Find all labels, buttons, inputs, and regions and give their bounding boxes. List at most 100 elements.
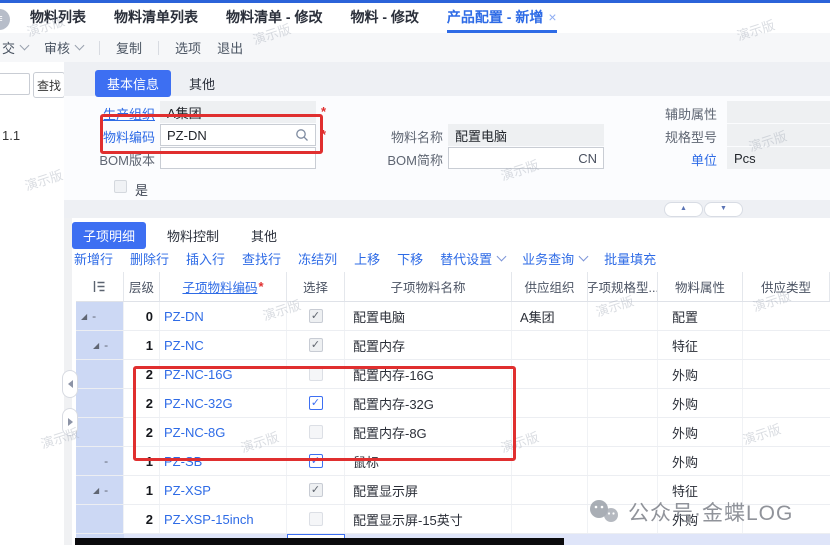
field-label-unit[interactable]: 单位 <box>630 150 717 169</box>
detail-tab-1[interactable]: 物料控制 <box>156 222 230 249</box>
is-changing-checkbox[interactable] <box>114 180 127 193</box>
window-tab-1[interactable]: 物料清单列表 <box>114 3 198 33</box>
select-cell[interactable] <box>287 418 345 446</box>
row-select-checkbox[interactable]: ✓ <box>309 483 323 497</box>
action-label: 审核 <box>44 38 70 57</box>
row-select-checkbox[interactable]: ✓ <box>309 338 323 352</box>
select-cell[interactable] <box>287 360 345 388</box>
horizontal-scrollbar[interactable] <box>75 538 564 545</box>
item-code-link[interactable]: PZ-XSP <box>160 476 287 504</box>
row-header-cell[interactable]: ◢- <box>76 302 124 330</box>
grid-toolbar-label: 上移 <box>354 249 380 268</box>
product-config-window: 物料列表 物料清单列表 物料清单 - 修改 物料 - 修改 产品配置 - 新增 … <box>0 0 830 545</box>
select-cell[interactable]: ✓ <box>287 331 345 359</box>
field-material_code[interactable]: PZ-DN <box>160 124 316 146</box>
item-code-link[interactable]: PZ-NC-16G <box>160 360 287 388</box>
tree-item[interactable]: 1.1 <box>2 128 20 143</box>
select-cell[interactable]: ✓ <box>287 447 345 475</box>
item-name-cell: 配置内存-8G <box>345 418 512 446</box>
item-code-link[interactable]: PZ-DN <box>160 302 287 330</box>
material-attr-cell: 外购 <box>658 505 743 533</box>
row-expander-icon[interactable]: ◢ <box>81 312 87 321</box>
splitter-expand-right-handle[interactable] <box>62 408 78 436</box>
row-header-cell[interactable]: ◢- <box>76 476 124 504</box>
row-select-checkbox[interactable]: ✓ <box>309 454 323 468</box>
action-4[interactable]: 退出 <box>217 38 243 57</box>
field-bom_short[interactable]: CN <box>448 147 604 169</box>
detail-tab-0[interactable]: 子项明细 <box>72 222 146 249</box>
row-header-cell[interactable]: ◢- <box>76 447 124 475</box>
row-select-checkbox[interactable] <box>309 367 323 381</box>
action-3[interactable]: 选项 <box>175 38 201 57</box>
window-tab-3[interactable]: 物料 - 修改 <box>350 3 418 33</box>
form-tab-0[interactable]: 基本信息 <box>95 70 171 97</box>
form-tab-1[interactable]: 其他 <box>177 70 227 97</box>
item-code-link[interactable]: PZ-SB <box>160 447 287 475</box>
grid-toolbar-button-4[interactable]: 冻结列 <box>298 249 337 268</box>
divider <box>99 41 100 55</box>
tree-search-input[interactable] <box>0 73 30 95</box>
select-cell[interactable]: ✓ <box>287 389 345 417</box>
row-header-cell[interactable] <box>76 389 124 417</box>
close-icon[interactable]: × <box>548 9 556 25</box>
supply-type-cell <box>743 418 830 446</box>
row-header-cell[interactable] <box>76 418 124 446</box>
grid-toolbar-label: 批量填充 <box>604 249 656 268</box>
grid-toolbar-button-2[interactable]: 插入行 <box>186 249 225 268</box>
select-cell[interactable]: ✓ <box>287 302 345 330</box>
row-select-checkbox[interactable]: ✓ <box>309 396 323 410</box>
field-material_name: 配置电脑 <box>448 124 604 146</box>
row-select-checkbox[interactable]: ✓ <box>309 309 323 323</box>
action-2[interactable]: 复制 <box>116 38 142 57</box>
window-tab-2[interactable]: 物料清单 - 修改 <box>226 3 322 33</box>
grid-toolbar-button-8[interactable]: 业务查询 <box>522 249 587 268</box>
collapse-up-button[interactable]: ▲ <box>664 202 703 217</box>
grid-header-cell-1: 层级 <box>124 272 160 301</box>
grid-row-PZ-NC-8G: 2 PZ-NC-8G 配置内存-8G 外购 <box>76 418 830 447</box>
item-name-cell: 配置内存 <box>345 331 512 359</box>
grid-toolbar-button-0[interactable]: 新增行 <box>74 249 113 268</box>
collapse-down-button[interactable]: ▼ <box>704 202 743 217</box>
search-icon[interactable] <box>295 128 309 142</box>
item-code-link[interactable]: PZ-NC-8G <box>160 418 287 446</box>
grid-toolbar-button-6[interactable]: 下移 <box>397 249 423 268</box>
field-bom_version[interactable] <box>160 147 316 169</box>
row-expander-icon[interactable]: ◢ <box>93 486 99 495</box>
field-label-material_code[interactable]: 物料编码 <box>60 127 155 146</box>
item-code-link[interactable]: PZ-NC-32G <box>160 389 287 417</box>
grid-toolbar-button-1[interactable]: 删除行 <box>130 249 169 268</box>
grid-toolbar-label: 业务查询 <box>522 249 574 268</box>
header-link[interactable]: 子项物料编码 <box>182 277 257 296</box>
supply-org-cell <box>512 360 588 388</box>
row-header-cell[interactable]: ◢- <box>76 331 124 359</box>
action-0[interactable]: 交 <box>2 38 28 57</box>
grid-toolbar-button-9[interactable]: 批量填充 <box>604 249 656 268</box>
row-expander-icon[interactable]: ◢ <box>93 341 99 350</box>
detail-tab-2[interactable]: 其他 <box>240 222 288 249</box>
grid-toolbar-button-5[interactable]: 上移 <box>354 249 380 268</box>
window-tab-0[interactable]: 物料列表 <box>30 3 86 33</box>
field-label-bom_version: BOM版本 <box>60 150 155 169</box>
required-mark: * <box>321 104 326 119</box>
level-cell: 2 <box>124 389 160 417</box>
item-name-cell: 配置内存-32G <box>345 389 512 417</box>
field-value: A集团 <box>167 103 202 122</box>
grid-toolbar-button-3[interactable]: 查找行 <box>242 249 281 268</box>
row-header-cell[interactable] <box>76 360 124 388</box>
grid-row-PZ-SB: ◢- 1 PZ-SB ✓ 鼠标 外购 <box>76 447 830 476</box>
row-header-cell[interactable] <box>76 505 124 533</box>
item-code-link[interactable]: PZ-NC <box>160 331 287 359</box>
select-cell[interactable]: ✓ <box>287 476 345 504</box>
material-attr-cell: 特征 <box>658 476 743 504</box>
find-button[interactable]: 查找 <box>33 72 65 98</box>
row-select-checkbox[interactable] <box>309 512 323 526</box>
item-code-link[interactable]: PZ-XSP-15inch <box>160 505 287 533</box>
select-cell[interactable] <box>287 505 345 533</box>
action-1[interactable]: 审核 <box>44 38 83 57</box>
row-select-checkbox[interactable] <box>309 425 323 439</box>
field-label-prod_org[interactable]: 生产组织 <box>60 104 155 123</box>
window-tab-4[interactable]: 产品配置 - 新增 × <box>447 3 557 33</box>
splitter-collapse-left-handle[interactable] <box>62 370 78 398</box>
supply-org-cell <box>512 418 588 446</box>
grid-toolbar-button-7[interactable]: 替代设置 <box>440 249 505 268</box>
